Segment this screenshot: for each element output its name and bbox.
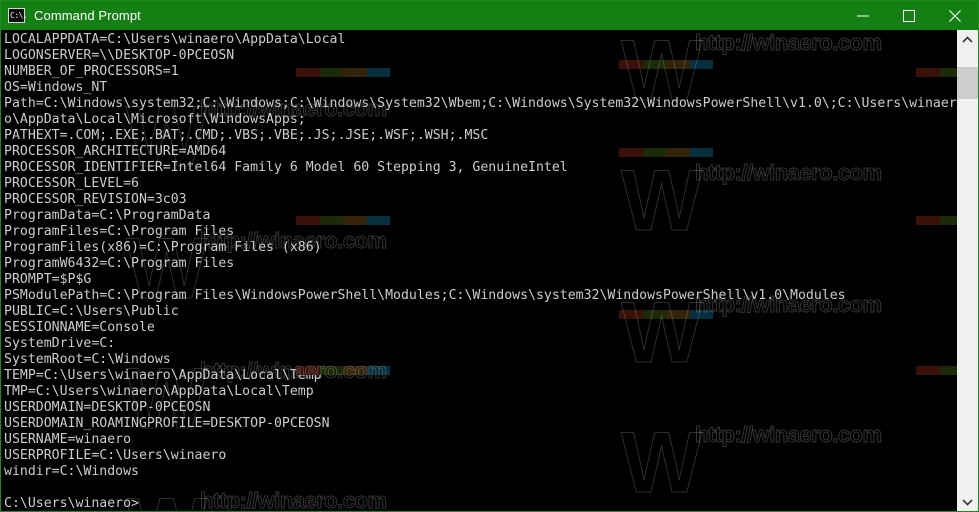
window-title: Command Prompt [34, 8, 141, 23]
command-prompt-icon: C:\. [8, 8, 28, 23]
console-line: USERDOMAIN_ROAMINGPROFILE=DESKTOP-0PCEOS… [4, 416, 330, 431]
console-line: USERNAME=winaero [4, 432, 132, 447]
minimize-button[interactable] [840, 1, 886, 30]
console-line: ProgramData=C:\ProgramData [4, 208, 211, 223]
console-line: PROCESSOR_IDENTIFIER=Intel64 Family 6 Mo… [4, 160, 568, 175]
command-prompt-window: C:\. Command Prompt LOCALAPPDATA=C:\User… [0, 0, 979, 512]
console-text: LOCALAPPDATA=C:\Users\winaero\AppData\Lo… [4, 32, 957, 511]
command-prompt-icon-glyph: C:\. [10, 11, 28, 20]
console-line: LOGONSERVER=\\DESKTOP-0PCEOSN [4, 48, 235, 63]
console-output-area[interactable]: LOCALAPPDATA=C:\Users\winaero\AppData\Lo… [1, 30, 957, 511]
console-line: NUMBER_OF_PROCESSORS=1 [4, 64, 179, 79]
console-line: PROCESSOR_ARCHITECTURE=AMD64 [4, 144, 227, 159]
vertical-scrollbar[interactable] [957, 30, 978, 511]
console-line: o\AppData\Local\Microsoft\WindowsApps; [4, 112, 306, 127]
window-controls [840, 1, 978, 30]
console-line: USERDOMAIN=DESKTOP-0PCEOSN [4, 400, 211, 415]
console-line: ProgramFiles(x86)=C:\Program Files (x86) [4, 240, 322, 255]
console-line: TEMP=C:\Users\winaero\AppData\Local\Temp [4, 368, 322, 383]
chevron-up-icon[interactable] [957, 30, 978, 49]
console-line: SystemDrive=C: [4, 336, 116, 351]
chevron-down-icon[interactable] [957, 492, 978, 511]
console-line: C:\Users\winaero> [4, 496, 139, 511]
close-button[interactable] [932, 1, 978, 30]
title-bar[interactable]: C:\. Command Prompt [1, 1, 978, 30]
console-line: SystemRoot=C:\Windows [4, 352, 171, 367]
console-line: Path=C:\Windows\system32;C:\Windows;C:\W… [4, 96, 957, 111]
console-line: PATHEXT=.COM;.EXE;.BAT;.CMD;.VBS;.VBE;.J… [4, 128, 489, 143]
console-line: USERPROFILE=C:\Users\winaero [4, 448, 227, 463]
console-line: windir=C:\Windows [4, 464, 139, 479]
scrollbar-thumb[interactable] [957, 67, 978, 99]
console-line: OS=Windows_NT [4, 80, 108, 95]
console-line: ProgramFiles=C:\Program Files [4, 224, 235, 239]
maximize-button[interactable] [886, 1, 932, 30]
console-line: PROMPT=$P$G [4, 272, 92, 287]
console-line: LOCALAPPDATA=C:\Users\winaero\AppData\Lo… [4, 32, 346, 47]
title-bar-left: C:\. Command Prompt [1, 1, 840, 30]
console-line: TMP=C:\Users\winaero\AppData\Local\Temp [4, 384, 314, 399]
console-line: PROCESSOR_REVISION=3c03 [4, 192, 187, 207]
console-line: PROCESSOR_LEVEL=6 [4, 176, 139, 191]
scrollbar-track[interactable] [957, 49, 978, 492]
console-line: ProgramW6432=C:\Program Files [4, 256, 235, 271]
console-line: PSModulePath=C:\Program Files\WindowsPow… [4, 288, 846, 303]
console-line: SESSIONNAME=Console [4, 320, 155, 335]
console-line: PUBLIC=C:\Users\Public [4, 304, 179, 319]
